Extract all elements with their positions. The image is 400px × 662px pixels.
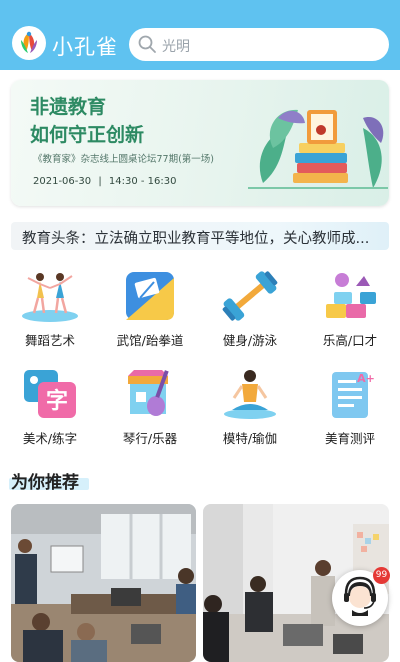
- banner-time-value: 14:30 - 16:30: [108, 176, 177, 187]
- peacock-logo-icon[interactable]: [12, 26, 46, 60]
- headline-ticker[interactable]: 教育头条：立法确立职业教育平等地位，关心教师成...: [11, 222, 389, 250]
- top-header: 小孔雀 光明: [0, 0, 400, 70]
- category-lego[interactable]: 乐高/口才: [300, 262, 400, 352]
- category-label: 美育测评: [324, 431, 375, 446]
- category-label: 健身/游泳: [222, 333, 278, 348]
- category-calligraphy[interactable]: 字 美术/练字: [0, 360, 100, 450]
- headline-text: 教育头条：立法确立职业教育平等地位，关心教师成...: [22, 231, 370, 247]
- page: 小孔雀 光明 非遗教育 如何守正创新 《教育家》杂志线上圆桌论坛77期(第一场)…: [0, 0, 400, 662]
- svg-text:A+: A+: [357, 372, 375, 385]
- banner-title-line2: 如何守正创新: [30, 124, 145, 146]
- category-yoga[interactable]: 模特/瑜伽: [200, 360, 300, 450]
- category-label: 武馆/跆拳道: [116, 333, 184, 348]
- books-illustration-icon: [248, 109, 388, 189]
- category-assessment[interactable]: A+ 美育测评: [300, 360, 400, 450]
- category-music[interactable]: 琴行/乐器: [100, 360, 200, 450]
- category-label: 乐高/口才: [322, 333, 378, 348]
- category-fitness[interactable]: 健身/游泳: [200, 262, 300, 352]
- dumbbell-icon: [222, 271, 278, 321]
- category-label: 琴行/乐器: [122, 431, 178, 446]
- recommend-section-title: 为你推荐: [11, 473, 79, 493]
- banner-title-line1: 非遗教育: [30, 96, 107, 118]
- search-bar[interactable]: 光明: [129, 28, 389, 61]
- assessment-icon: A+: [332, 372, 375, 418]
- notification-badge: 99: [373, 567, 390, 584]
- app-name: 小孔雀: [52, 35, 118, 59]
- category-martial-arts[interactable]: 武馆/跆拳道: [100, 262, 200, 352]
- classroom-photo: [11, 504, 196, 662]
- calligraphy-icon: 字: [24, 370, 76, 418]
- category-label: 模特/瑜伽: [222, 431, 278, 446]
- promo-banner[interactable]: 非遗教育 如何守正创新 《教育家》杂志线上圆桌论坛77期(第一场) 2021-0…: [11, 80, 389, 206]
- search-placeholder: 光明: [162, 39, 190, 55]
- banner-date-separator: |: [98, 176, 102, 187]
- search-icon: [138, 35, 156, 53]
- svg-text:字: 字: [46, 388, 68, 414]
- category-label: 舞蹈艺术: [24, 333, 75, 348]
- category-label: 美术/练字: [22, 431, 78, 446]
- yoga-icon: [224, 370, 276, 419]
- banner-subtitle: 《教育家》杂志线上圆桌论坛77期(第一场): [33, 154, 215, 165]
- category-dance[interactable]: 舞蹈艺术: [0, 262, 100, 352]
- dance-icon: [22, 273, 78, 322]
- lego-blocks-icon: [326, 273, 376, 318]
- recommend-card-classroom[interactable]: [11, 504, 196, 662]
- banner-date-value: 2021-06-30: [33, 176, 92, 187]
- guitar-shop-icon: [128, 370, 169, 416]
- martial-arts-icon: [126, 272, 174, 320]
- banner-date: 2021-06-30 | 14:30 - 16:30: [33, 176, 176, 187]
